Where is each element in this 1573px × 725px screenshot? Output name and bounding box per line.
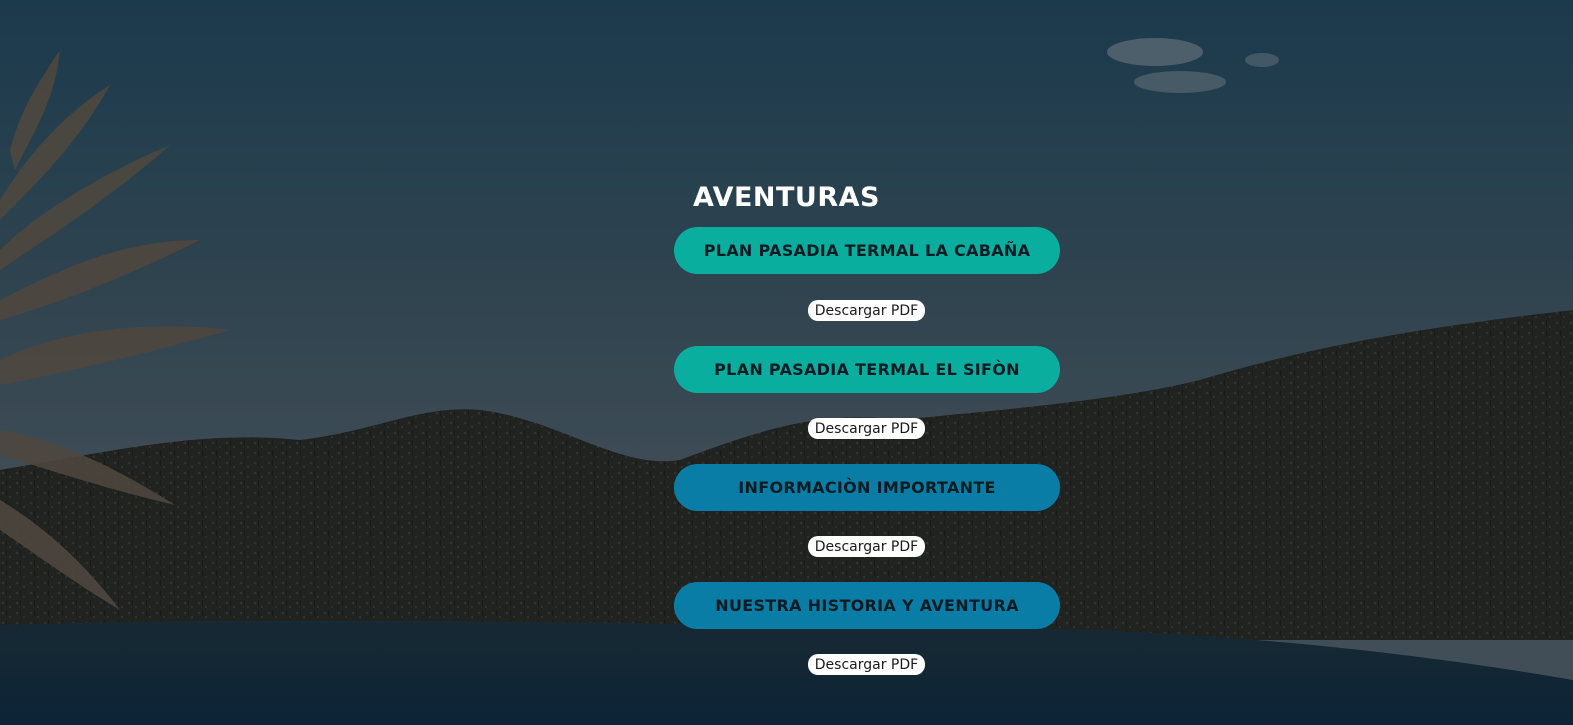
download-pdf-el-sifon-button[interactable]: Descargar PDF	[808, 418, 925, 439]
download-pdf-la-cabana-button[interactable]: Descargar PDF	[808, 300, 925, 321]
page-title: AVENTURAS	[693, 182, 880, 213]
plan-el-sifon-button[interactable]: PLAN PASADIA TERMAL EL SIFÒN	[674, 346, 1060, 393]
download-pdf-historia-button[interactable]: Descargar PDF	[808, 654, 925, 675]
plan-la-cabana-button[interactable]: PLAN PASADIA TERMAL LA CABAÑA	[674, 227, 1060, 274]
informacion-importante-button[interactable]: INFORMACIÒN IMPORTANTE	[674, 464, 1060, 511]
download-pdf-informacion-button[interactable]: Descargar PDF	[808, 536, 925, 557]
nuestra-historia-button[interactable]: NUESTRA HISTORIA Y AVENTURA	[674, 582, 1060, 629]
aventuras-section: AVENTURAS PLAN PASADIA TERMAL LA CABAÑA …	[0, 0, 1573, 725]
